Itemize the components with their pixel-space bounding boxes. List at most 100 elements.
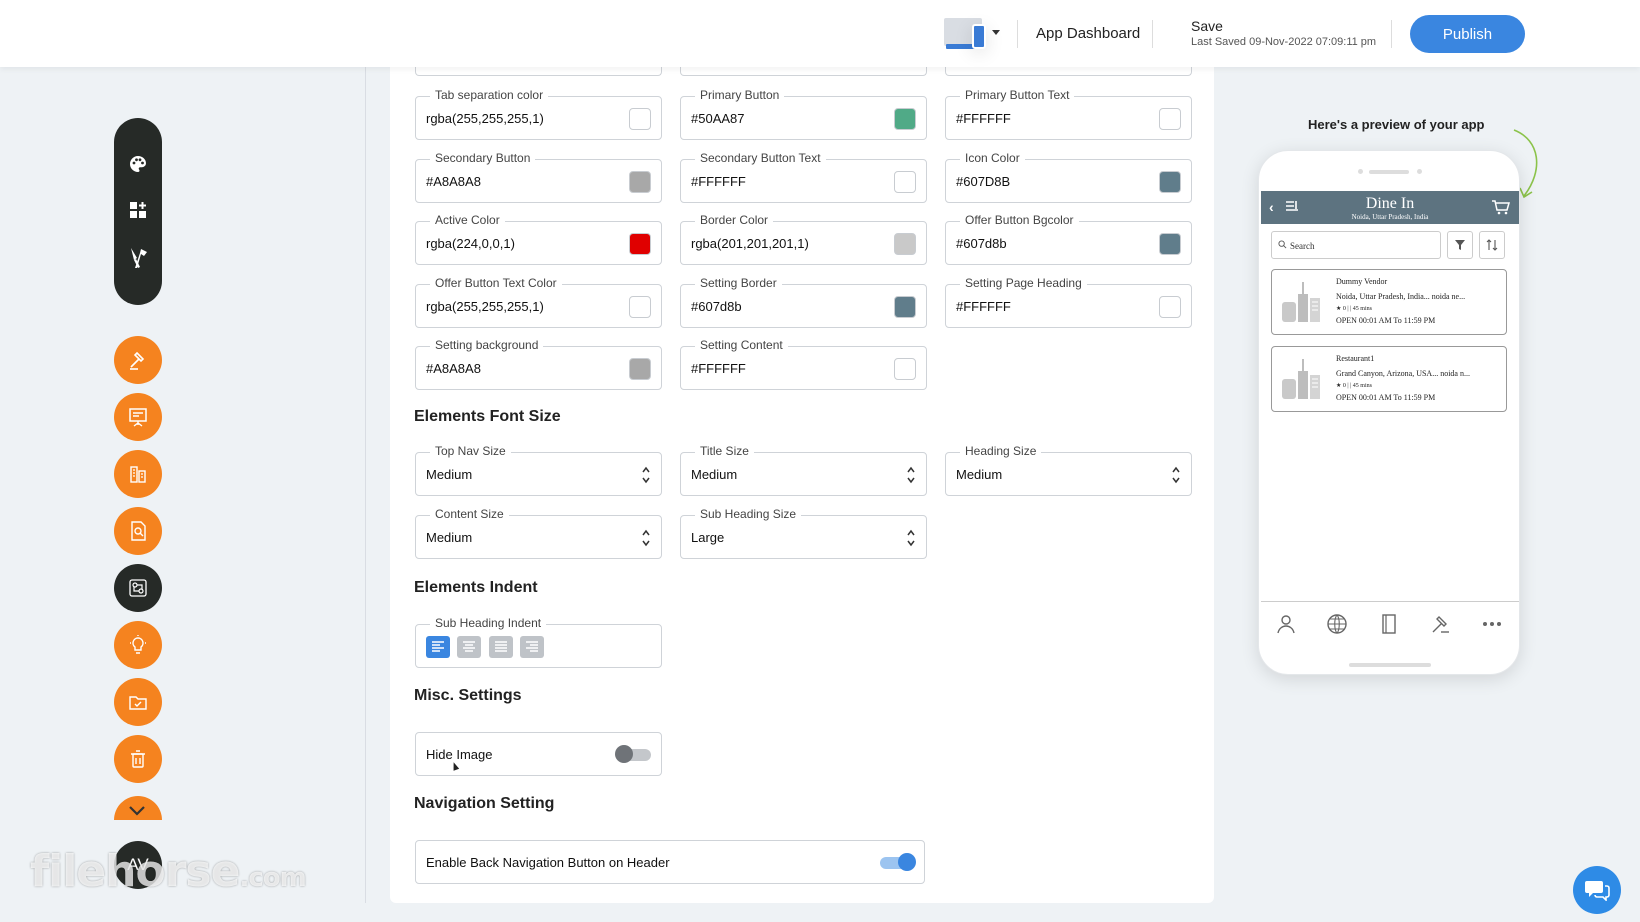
sidebar-item-trash[interactable] (114, 735, 162, 783)
font-size-label: Title Size (695, 444, 754, 458)
vendor-card[interactable]: Dummy Vendor Noida, Uttar Pradesh, India.… (1271, 269, 1507, 335)
filter-button[interactable] (1447, 231, 1473, 259)
hide-image-toggle[interactable] (615, 745, 651, 763)
add-widget-icon[interactable] (128, 200, 148, 220)
align-left-icon[interactable] (426, 636, 450, 658)
color-field[interactable]: Tab separation color rgba(255,255,255,1) (415, 88, 662, 140)
chat-button[interactable] (1573, 866, 1621, 914)
sidebar-item-hammer[interactable] (114, 336, 162, 384)
color-field-label: Icon Color (960, 150, 1025, 165)
color-swatch[interactable] (629, 108, 651, 130)
preview-caption: Here's a preview of your app (1308, 117, 1485, 132)
sidebar-item-document-search[interactable] (114, 507, 162, 555)
vendor-hours: OPEN 00:01 AM To 11:59 PM (1336, 393, 1436, 402)
building-icon (130, 466, 146, 483)
color-swatch[interactable] (629, 358, 651, 380)
color-swatch[interactable] (894, 358, 916, 380)
font-size-label: Content Size (430, 506, 509, 521)
sidebar-item-building[interactable] (114, 450, 162, 498)
app-search-input[interactable]: Search (1271, 231, 1441, 259)
device-switcher[interactable] (944, 18, 1002, 50)
palette-icon[interactable] (128, 154, 148, 174)
color-field-value[interactable]: #FFFFFF (956, 111, 1011, 126)
misc-heading: Misc. Settings (414, 687, 522, 704)
sidebar-item-presentation[interactable] (114, 393, 162, 441)
hide-image-label: Hide Image (426, 747, 493, 762)
color-field-value[interactable]: #FFFFFF (956, 299, 1011, 314)
color-field[interactable]: Icon Color #607D8B (945, 150, 1192, 203)
color-swatch[interactable] (1159, 233, 1181, 255)
color-field-value[interactable]: rgba(255,255,255,1) (426, 111, 544, 126)
color-field[interactable]: Setting background #A8A8A8 (415, 338, 662, 390)
color-field-label: Offer Button Text Color (430, 275, 562, 290)
color-field[interactable]: Offer Button Bgcolor #607d8b (945, 213, 1192, 265)
vendor-card[interactable]: Restaurant1 Grand Canyon, Arizona, USA...… (1271, 346, 1507, 412)
font-size-heading: Elements Font Size (414, 408, 561, 425)
color-swatch[interactable] (629, 233, 651, 255)
color-field-value[interactable]: #50AA87 (691, 111, 745, 126)
caret-down-icon (992, 30, 1000, 35)
globe-icon[interactable] (1325, 612, 1349, 636)
color-field[interactable]: Setting Page Heading #FFFFFF (945, 275, 1192, 328)
color-field[interactable]: Setting Border #607d8b (680, 275, 927, 328)
cart-icon[interactable] (1491, 199, 1511, 215)
color-swatch[interactable] (1159, 170, 1181, 193)
profile-icon[interactable] (1274, 612, 1298, 636)
app-header: ‹ Dine In Noida, Uttar Pradesh, India (1261, 191, 1519, 224)
color-field-value[interactable]: #607D8B (956, 174, 1010, 189)
hammer-icon (130, 351, 145, 370)
tools-icon[interactable] (128, 246, 148, 268)
back-navigation-toggle[interactable] (880, 853, 916, 871)
font-size-select[interactable]: Content Size Medium (415, 506, 662, 559)
color-swatch[interactable] (894, 170, 916, 193)
color-field-value[interactable]: rgba(224,0,0,1) (426, 236, 515, 251)
color-field-value[interactable]: #FFFFFF (691, 174, 746, 189)
color-swatch[interactable] (894, 233, 916, 255)
font-size-select[interactable]: Title Size Medium (680, 444, 927, 496)
indent-heading: Elements Indent (414, 579, 538, 596)
color-field[interactable]: Offer Button Text Color rgba(255,255,255,… (415, 275, 662, 328)
sidebar-item-folder-check[interactable] (114, 678, 162, 726)
color-field-value[interactable]: #607d8b (691, 299, 742, 314)
more-icon[interactable] (1480, 612, 1504, 636)
sort-button[interactable] (1479, 231, 1505, 259)
color-swatch[interactable] (1159, 295, 1181, 318)
color-field-value[interactable]: #607d8b (956, 236, 1007, 251)
color-field[interactable]: Primary Button #50AA87 (680, 88, 927, 140)
sidebar-item-workflow[interactable] (114, 564, 162, 612)
chevron-down-icon[interactable] (128, 805, 146, 817)
color-field-value[interactable]: rgba(201,201,201,1) (691, 236, 809, 251)
color-field-value[interactable]: #FFFFFF (691, 361, 746, 376)
font-size-select[interactable]: Heading Size Medium (945, 444, 1192, 496)
color-field-label: Border Color (695, 213, 774, 227)
font-size-select[interactable]: Sub Heading Size Large (680, 506, 927, 559)
color-field[interactable]: Active Color rgba(224,0,0,1) (415, 213, 662, 265)
color-swatch[interactable] (894, 295, 916, 318)
color-field[interactable]: Secondary Button #A8A8A8 (415, 150, 662, 203)
color-field-value[interactable]: #A8A8A8 (426, 174, 481, 189)
bookmark-icon[interactable] (1377, 612, 1401, 636)
sidebar-item-lightbulb[interactable] (114, 621, 162, 669)
color-swatch[interactable] (629, 295, 651, 318)
color-field[interactable]: Secondary Button Text #FFFFFF (680, 150, 927, 203)
align-center-icon[interactable] (457, 636, 481, 658)
color-swatch[interactable] (629, 170, 651, 193)
color-field-label: Primary Button Text (960, 88, 1075, 102)
auction-icon[interactable] (1428, 612, 1452, 636)
font-size-select[interactable]: Top Nav Size Medium (415, 444, 662, 496)
publish-button[interactable]: Publish (1410, 15, 1525, 53)
color-field-value[interactable]: #A8A8A8 (426, 361, 481, 376)
align-right-icon[interactable] (520, 636, 544, 658)
color-field[interactable]: Border Color rgba(201,201,201,1) (680, 213, 927, 265)
align-justify-icon[interactable] (489, 636, 513, 658)
save-link[interactable]: Save (1191, 18, 1223, 34)
color-swatch[interactable] (894, 108, 916, 130)
color-field[interactable]: Setting Content #FFFFFF (680, 338, 927, 390)
color-swatch[interactable] (1159, 108, 1181, 130)
color-field-label: Primary Button (695, 88, 785, 102)
food-placeholder-icon (1282, 282, 1320, 322)
app-dashboard-link[interactable]: App Dashboard (1036, 25, 1140, 42)
watermark: filehorse.com (30, 846, 307, 897)
color-field-value[interactable]: rgba(255,255,255,1) (426, 299, 544, 314)
color-field[interactable]: Primary Button Text #FFFFFF (945, 88, 1192, 140)
